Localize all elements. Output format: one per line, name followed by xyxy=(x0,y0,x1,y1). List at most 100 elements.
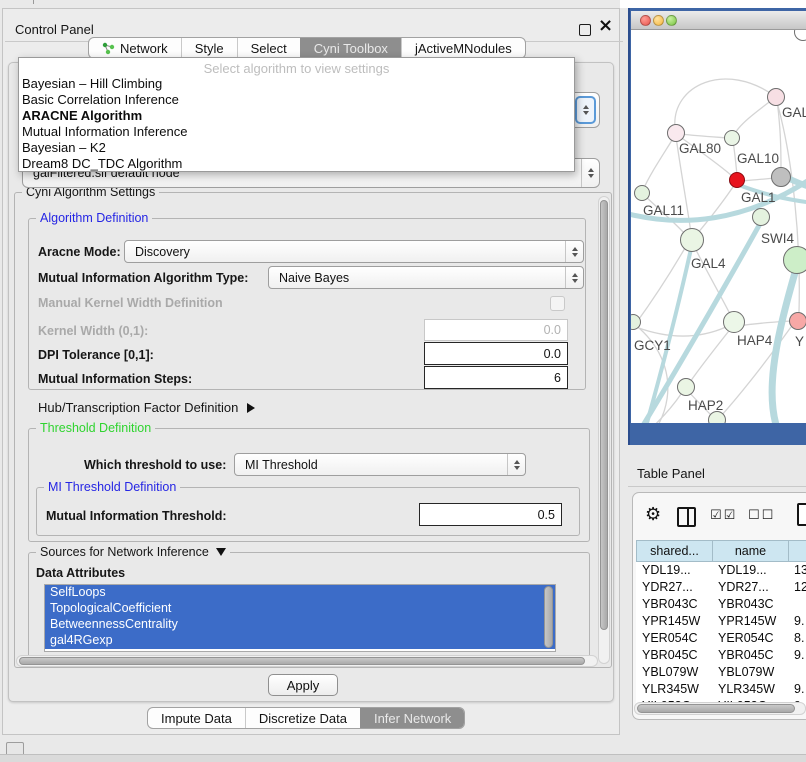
columns-icon[interactable] xyxy=(677,507,696,527)
table-cell[interactable]: YDL19... xyxy=(642,563,712,580)
list-item-selected[interactable]: gal4RGexp xyxy=(45,633,555,649)
table-cell[interactable]: YBR043C xyxy=(718,597,788,614)
algorithm-dropdown-placeholder: Select algorithm to view settings xyxy=(19,61,574,76)
tab-discretize-data[interactable]: Discretize Data xyxy=(245,708,360,728)
kernel-width-field[interactable]: 0.0 xyxy=(424,319,568,341)
table-cell[interactable]: 13 xyxy=(794,563,806,580)
top-right-background xyxy=(620,0,806,8)
node-label: GAL1 xyxy=(741,190,776,205)
apply-button[interactable]: Apply xyxy=(268,674,338,696)
mi-steps-field[interactable]: 6 xyxy=(424,366,568,389)
table-cell[interactable] xyxy=(794,665,806,682)
node-label: GAL xyxy=(782,105,806,120)
network-node[interactable] xyxy=(771,167,791,187)
table-cell[interactable]: YLR345W xyxy=(642,682,712,699)
list-vscrollbar-thumb[interactable] xyxy=(544,586,553,648)
close-traffic-light[interactable] xyxy=(640,15,651,26)
network-node[interactable] xyxy=(677,378,695,396)
table-cell[interactable]: 12 xyxy=(794,580,806,597)
tab-select[interactable]: Select xyxy=(237,38,300,58)
table-cell[interactable]: YER054C xyxy=(642,631,712,648)
mi-type-combo[interactable]: Naive Bayes xyxy=(268,266,584,289)
network-node[interactable] xyxy=(680,228,704,252)
network-node[interactable] xyxy=(783,246,806,274)
expander-collapsed-icon xyxy=(247,403,255,413)
mi-threshold-field[interactable]: 0.5 xyxy=(419,503,562,526)
list-item-selected[interactable]: BetweennessCentrality xyxy=(45,617,555,633)
which-threshold-combo[interactable]: MI Threshold xyxy=(234,453,526,476)
algorithm-option[interactable]: Bayesian – K2 xyxy=(22,140,562,156)
table-hscrollbar-thumb[interactable] xyxy=(637,704,795,713)
node-label: GAL80 xyxy=(679,141,721,156)
column-header-shared[interactable]: shared... xyxy=(636,540,713,562)
algorithm-option[interactable]: Bayesian – Hill Climbing xyxy=(22,76,562,92)
table-cell[interactable]: YBR043C xyxy=(642,597,712,614)
network-node[interactable] xyxy=(634,185,650,201)
algorithm-option[interactable]: Basic Correlation Inference xyxy=(22,92,562,108)
which-threshold-label: Which threshold to use: xyxy=(84,458,226,472)
network-node[interactable] xyxy=(723,311,745,333)
table-cell[interactable]: YER054C xyxy=(718,631,788,648)
table-cell[interactable]: YLR345W xyxy=(718,682,788,699)
float-window-icon[interactable] xyxy=(579,24,591,36)
table-cell[interactable]: YPR145W xyxy=(718,614,788,631)
table-cell[interactable]: YDR27... xyxy=(642,580,712,597)
table-cell[interactable] xyxy=(794,597,806,614)
node-label: GAL10 xyxy=(737,151,779,166)
mi-steps-label: Mutual Information Steps: xyxy=(38,372,192,386)
column-header-cut[interactable] xyxy=(788,540,806,562)
control-panel-title: Control Panel xyxy=(15,22,94,37)
column-header-name[interactable]: name xyxy=(712,540,789,562)
algorithm-option[interactable]: Dream8 DC_TDC Algorithm xyxy=(22,156,562,172)
tab-network[interactable]: Network xyxy=(89,38,181,58)
tab-style[interactable]: Style xyxy=(181,38,237,58)
table-cell[interactable]: YDR27... xyxy=(718,580,788,597)
manual-kernel-checkbox[interactable] xyxy=(550,296,565,311)
table-cell[interactable]: 9. xyxy=(794,682,806,699)
algorithm-dropdown-popup: Select algorithm to view settings Bayesi… xyxy=(18,57,575,172)
list-item-selected[interactable]: TopologicalCoefficient xyxy=(45,601,555,617)
hub-factor-expander[interactable]: Hub/Transcription Factor Definition xyxy=(38,400,255,415)
mi-type-label: Mutual Information Algorithm Type: xyxy=(38,271,248,285)
table-cell[interactable]: 8. xyxy=(794,631,806,648)
network-node[interactable] xyxy=(724,130,740,146)
network-node[interactable] xyxy=(667,124,685,142)
zoom-traffic-light[interactable] xyxy=(666,15,677,26)
dpi-tolerance-field[interactable]: 0.0 xyxy=(424,342,568,365)
table-cell[interactable]: YPR145W xyxy=(642,614,712,631)
network-icon xyxy=(102,42,115,55)
table-cell[interactable]: YBR045C xyxy=(642,648,712,665)
algorithm-option-selected[interactable]: ARACNE Algorithm xyxy=(22,108,562,124)
list-item-selected[interactable]: SelfLoops xyxy=(45,585,555,601)
select-all-icon[interactable]: ☑☑ xyxy=(710,508,737,523)
algorithm-option[interactable]: Mutual Information Inference xyxy=(22,124,562,140)
tab-infer-network[interactable]: Infer Network xyxy=(360,708,464,728)
gear-icon[interactable]: ⚙ xyxy=(645,504,661,525)
data-attributes-list[interactable]: SelfLoops TopologicalCoefficient Between… xyxy=(44,584,556,652)
table-cell[interactable]: 9. xyxy=(794,614,806,631)
table-cell[interactable]: YBR045C xyxy=(718,648,788,665)
mi-threshold-group-title: MI Threshold Definition xyxy=(44,480,180,494)
settings-vscrollbar-thumb[interactable] xyxy=(600,200,608,630)
network-node[interactable] xyxy=(752,208,770,226)
tab-cyni-toolbox[interactable]: Cyni Toolbox xyxy=(300,38,401,58)
network-node[interactable] xyxy=(767,88,785,106)
settings-hscrollbar-thumb[interactable] xyxy=(19,657,585,665)
table-cell[interactable]: 9. xyxy=(794,648,806,665)
network-canvas[interactable]: GAL GAL80 GAL10 GAL1 GAL11 SWI4 GAL4 GCY… xyxy=(631,30,806,423)
new-table-icon[interactable] xyxy=(797,503,806,526)
tab-jactivemnodules[interactable]: jActiveMNodules xyxy=(401,38,525,58)
sources-group-title[interactable]: Sources for Network Inference xyxy=(36,545,230,559)
table-cell[interactable]: YBL079W xyxy=(718,665,788,682)
node-label: Y xyxy=(795,334,804,349)
aracne-mode-combo[interactable]: Discovery xyxy=(124,240,584,263)
table-cell[interactable]: YDL19... xyxy=(718,563,788,580)
tab-impute-data[interactable]: Impute Data xyxy=(148,708,245,728)
network-node-selected[interactable] xyxy=(729,172,745,188)
close-icon[interactable]: × xyxy=(598,16,613,36)
combo-spinner xyxy=(507,454,525,475)
table-cell[interactable]: YBL079W xyxy=(642,665,712,682)
minimize-traffic-light[interactable] xyxy=(653,15,664,26)
unselect-all-icon[interactable]: ☐☐ xyxy=(748,508,775,523)
network-node[interactable] xyxy=(789,312,806,330)
